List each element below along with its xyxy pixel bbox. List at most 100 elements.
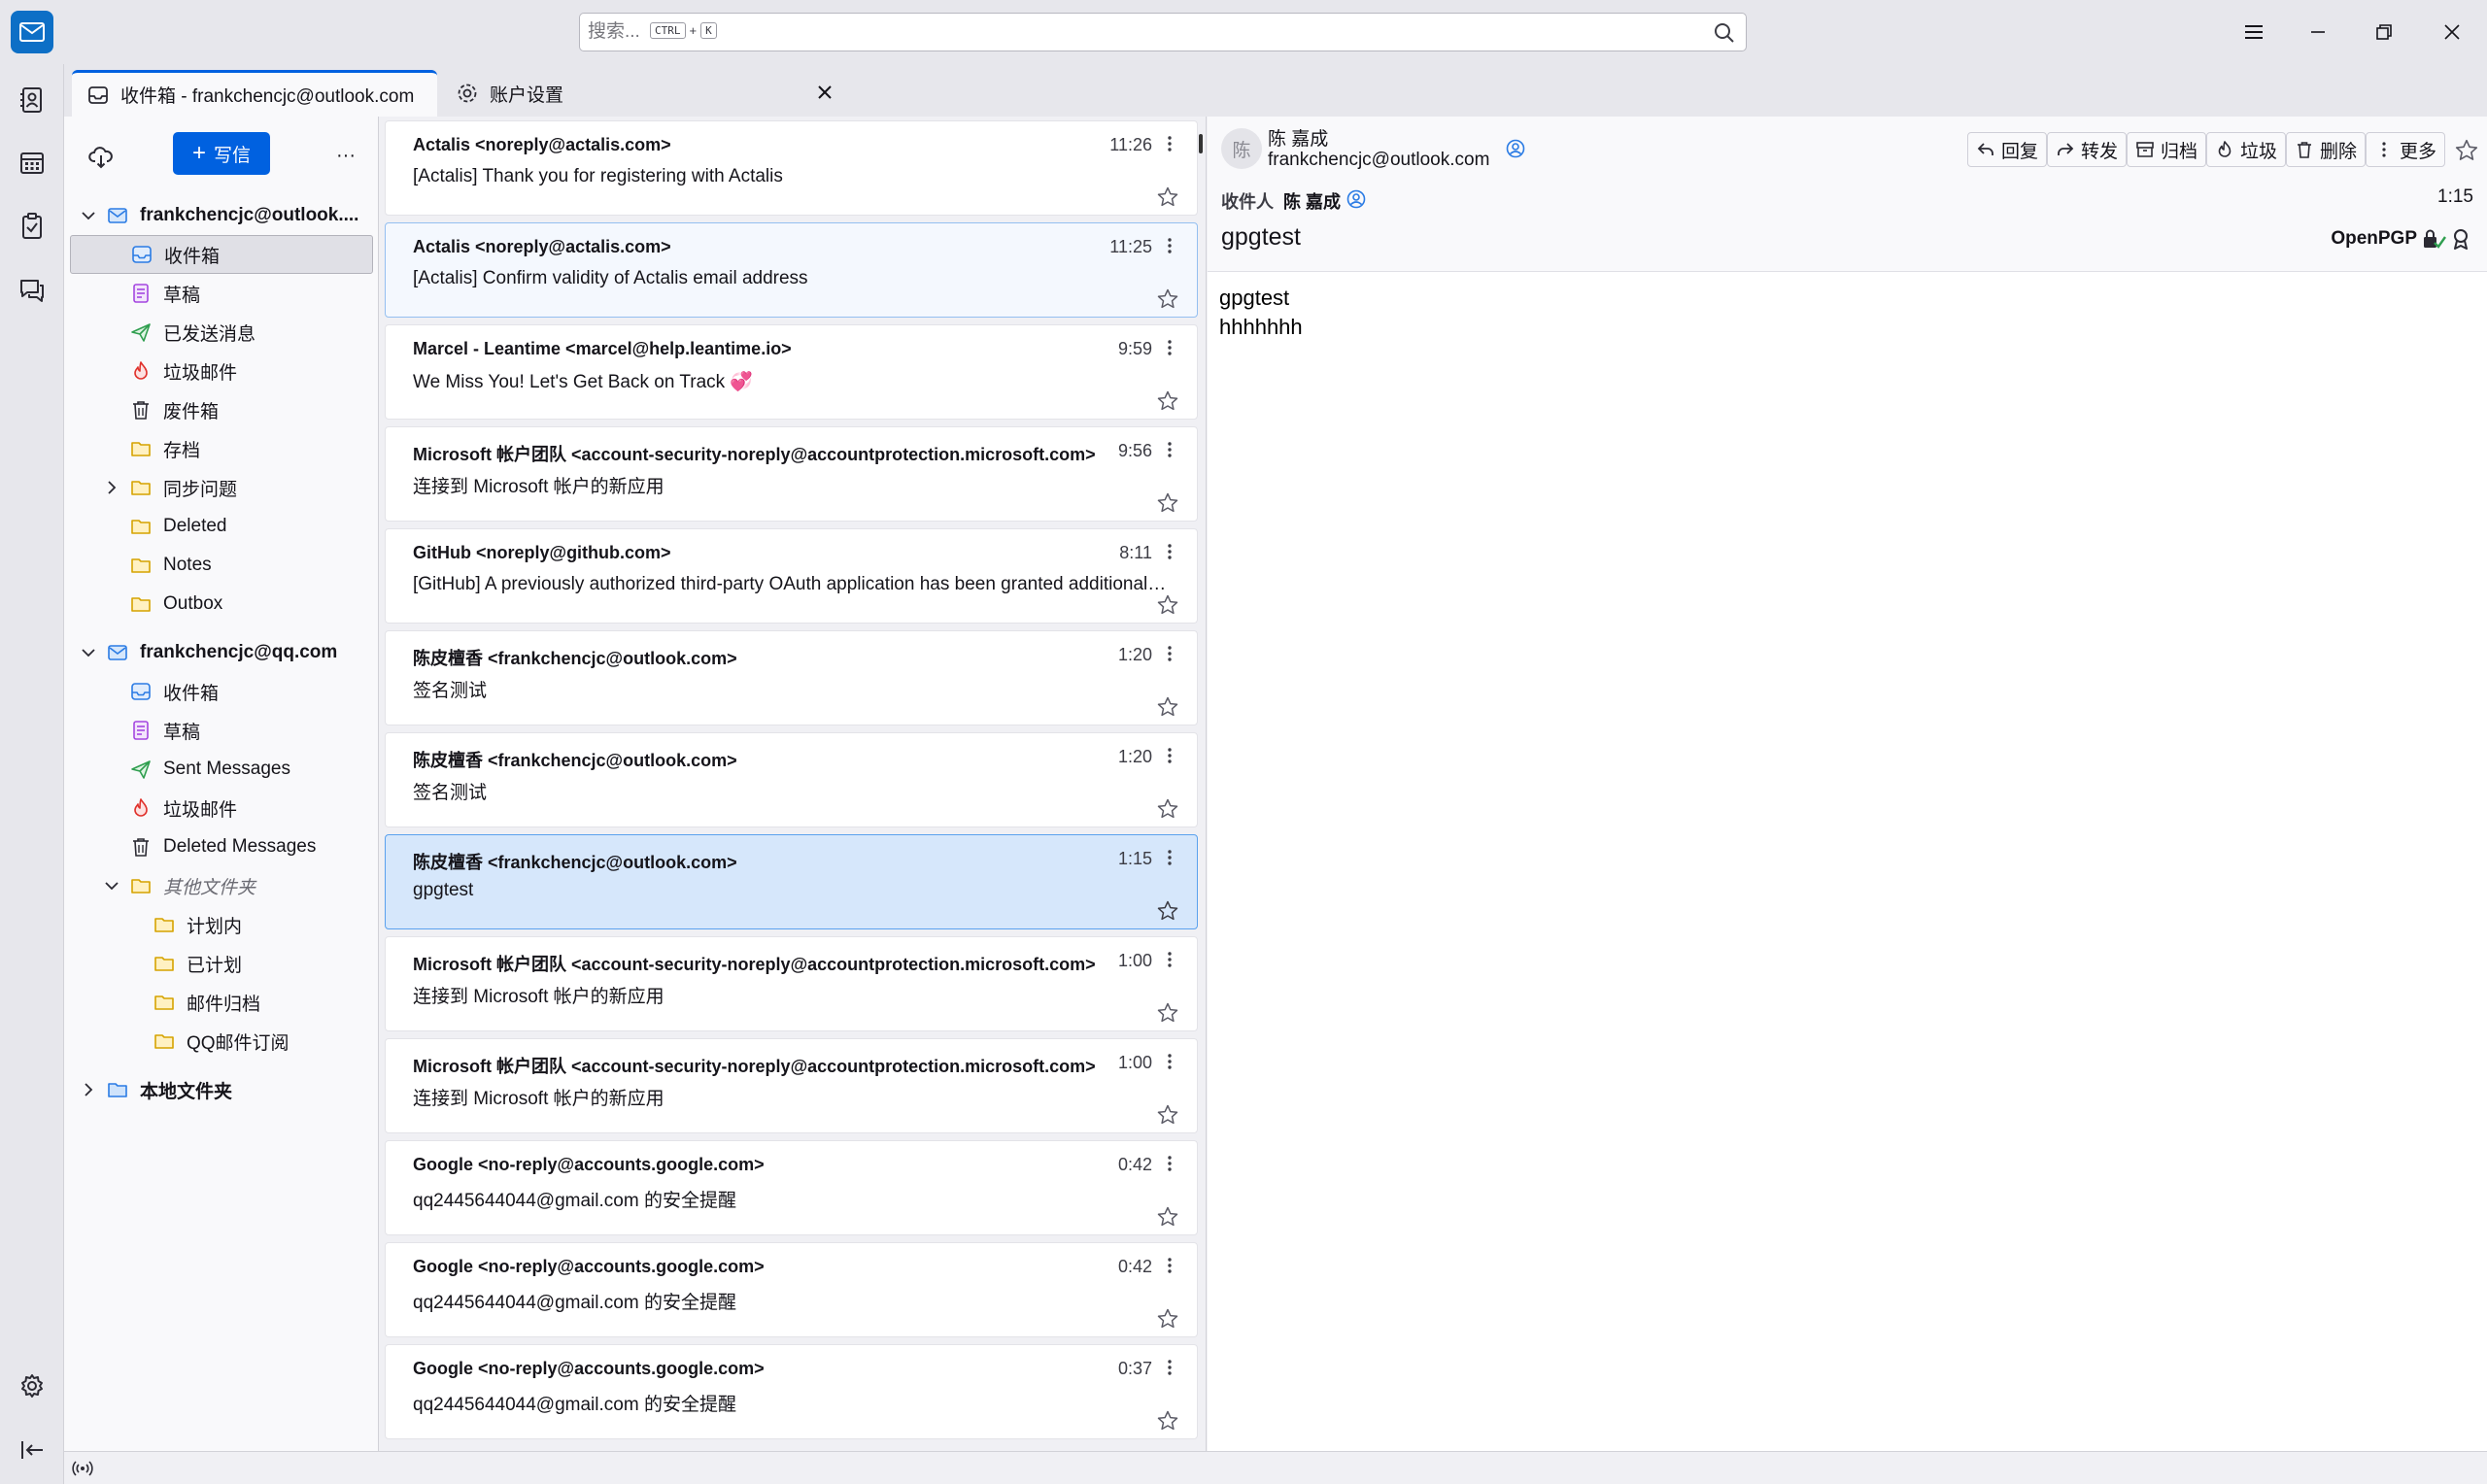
- star-icon[interactable]: [1156, 1001, 1179, 1025]
- kebab-menu-icon[interactable]: [1164, 439, 1175, 460]
- folder-notes[interactable]: Notes: [70, 546, 373, 585]
- message-card-selected[interactable]: 陈皮檀香 <frankchencjc@outlook.com> 1:15 gpg…: [385, 834, 1198, 929]
- star-icon[interactable]: [1156, 1307, 1179, 1331]
- star-icon[interactable]: [1156, 797, 1179, 821]
- forward-button[interactable]: 转发: [2047, 132, 2128, 167]
- star-icon[interactable]: [1156, 695, 1179, 719]
- kebab-menu-icon[interactable]: [1164, 745, 1175, 766]
- calendar-button[interactable]: [12, 142, 52, 183]
- message-card[interactable]: Google <no-reply@accounts.google.com> 0:…: [385, 1242, 1198, 1337]
- message-card[interactable]: Google <no-reply@accounts.google.com> 0:…: [385, 1140, 1198, 1235]
- collapse-spaces-button[interactable]: [12, 1430, 52, 1470]
- kebab-menu-icon[interactable]: [1164, 133, 1175, 154]
- from-name[interactable]: 陈 嘉成: [1268, 124, 1328, 151]
- folder-inbox[interactable]: 收件箱: [70, 235, 373, 274]
- message-card[interactable]: Microsoft 帐户团队 <account-security-noreply…: [385, 426, 1198, 522]
- reply-button[interactable]: 回复: [1967, 132, 2048, 167]
- folder-pane-menu-button[interactable]: ···: [328, 138, 363, 173]
- message-card[interactable]: Marcel - Leantime <marcel@help.leantime.…: [385, 324, 1198, 420]
- kebab-menu-icon[interactable]: [1164, 847, 1175, 868]
- folder-sent[interactable]: Sent Messages: [70, 750, 373, 789]
- folder-sent[interactable]: 已发送消息: [70, 313, 373, 352]
- star-icon[interactable]: [2454, 138, 2479, 163]
- chevron-right-icon[interactable]: [103, 479, 120, 496]
- get-messages-button[interactable]: [84, 140, 119, 175]
- folder-outbox[interactable]: Outbox: [70, 585, 373, 624]
- app-menu-button[interactable]: [2234, 13, 2273, 51]
- global-search[interactable]: CTRL + K: [579, 13, 1747, 51]
- star-icon[interactable]: [1156, 1409, 1179, 1433]
- star-icon[interactable]: [1156, 1205, 1179, 1229]
- archive-button[interactable]: 归档: [2127, 132, 2207, 167]
- folder-sync-issues[interactable]: 同步问题: [70, 468, 373, 507]
- close-icon[interactable]: [814, 82, 835, 103]
- folder-scheduled[interactable]: 计划内: [70, 905, 373, 944]
- chevron-down-icon[interactable]: [80, 207, 97, 224]
- kebab-menu-icon[interactable]: [1164, 337, 1175, 358]
- star-icon[interactable]: [1156, 491, 1179, 515]
- scrollbar-thumb[interactable]: [1199, 134, 1203, 153]
- folder-deleted-messages[interactable]: Deleted Messages: [70, 827, 373, 866]
- address-book-button[interactable]: [12, 80, 52, 120]
- contact-icon[interactable]: [1505, 138, 1526, 159]
- local-folders[interactable]: 本地文件夹: [70, 1070, 373, 1109]
- online-status-icon[interactable]: [72, 1458, 93, 1479]
- junk-button[interactable]: 垃圾: [2206, 132, 2287, 167]
- message-card[interactable]: Actalis <noreply@actalis.com> 11:25 [Act…: [385, 222, 1198, 318]
- kebab-menu-icon[interactable]: [1164, 235, 1175, 256]
- folder-deleted[interactable]: Deleted: [70, 507, 373, 546]
- message-card[interactable]: Actalis <noreply@actalis.com> 11:26 [Act…: [385, 120, 1198, 216]
- message-card[interactable]: 陈皮檀香 <frankchencjc@outlook.com> 1:20 签名测…: [385, 732, 1198, 827]
- kebab-menu-icon[interactable]: [1164, 1357, 1175, 1378]
- more-button[interactable]: 更多: [2366, 132, 2446, 167]
- account-qq[interactable]: frankchencjc@qq.com: [70, 633, 373, 672]
- chevron-down-icon[interactable]: [103, 877, 120, 894]
- folder-planned[interactable]: 已计划: [70, 944, 373, 983]
- write-button[interactable]: + 写信: [173, 132, 270, 175]
- folder-junk[interactable]: 垃圾邮件: [70, 352, 373, 390]
- folder-archive[interactable]: 存档: [70, 429, 373, 468]
- folder-drafts[interactable]: 草稿: [70, 274, 373, 313]
- chat-button[interactable]: [12, 270, 52, 311]
- contact-icon[interactable]: [1346, 188, 1367, 210]
- from-address[interactable]: frankchencjc@outlook.com: [1268, 150, 1489, 171]
- search-input[interactable]: [588, 17, 1676, 47]
- message-card[interactable]: 陈皮檀香 <frankchencjc@outlook.com> 1:20 签名测…: [385, 630, 1198, 725]
- star-icon[interactable]: [1156, 287, 1179, 311]
- search-icon[interactable]: [1713, 21, 1736, 45]
- message-card[interactable]: GitHub <noreply@github.com> 8:11 [GitHub…: [385, 528, 1198, 624]
- kebab-menu-icon[interactable]: [1164, 1051, 1175, 1072]
- message-card[interactable]: Microsoft 帐户团队 <account-security-noreply…: [385, 936, 1198, 1031]
- settings-button[interactable]: [12, 1366, 52, 1406]
- message-card[interactable]: Microsoft 帐户团队 <account-security-noreply…: [385, 1038, 1198, 1133]
- tab-inbox[interactable]: 收件箱 - frankchencjc@outlook.com: [72, 70, 437, 117]
- folder-inbox[interactable]: 收件箱: [70, 672, 373, 711]
- star-icon[interactable]: [1156, 899, 1179, 923]
- delete-button[interactable]: 删除: [2286, 132, 2367, 167]
- close-window-button[interactable]: [2433, 13, 2471, 51]
- kebab-menu-icon[interactable]: [1164, 643, 1175, 664]
- star-icon[interactable]: [1156, 389, 1179, 413]
- kebab-menu-icon[interactable]: [1164, 949, 1175, 970]
- openpgp-status[interactable]: OpenPGP: [2331, 227, 2471, 251]
- folder-other-folders[interactable]: 其他文件夹: [70, 866, 373, 905]
- chevron-right-icon[interactable]: [80, 1081, 97, 1098]
- folder-mail-archive[interactable]: 邮件归档: [70, 983, 373, 1022]
- thunderbird-mail-icon[interactable]: [11, 11, 53, 53]
- folder-trash[interactable]: 废件箱: [70, 390, 373, 429]
- star-icon[interactable]: [1156, 593, 1179, 617]
- restore-button[interactable]: [2365, 13, 2403, 51]
- chevron-down-icon[interactable]: [80, 644, 97, 661]
- to-recipient[interactable]: 陈 嘉成: [1283, 188, 1341, 214]
- star-icon[interactable]: [1156, 1103, 1179, 1127]
- folder-qq-subscriptions[interactable]: QQ邮件订阅: [70, 1022, 373, 1061]
- tasks-button[interactable]: [12, 206, 52, 247]
- tab-account-settings[interactable]: 账户设置: [441, 70, 853, 117]
- minimize-button[interactable]: [2299, 13, 2337, 51]
- kebab-menu-icon[interactable]: [1164, 541, 1175, 562]
- account-outlook[interactable]: frankchencjc@outlook....: [70, 196, 373, 235]
- folder-drafts[interactable]: 草稿: [70, 711, 373, 750]
- kebab-menu-icon[interactable]: [1164, 1153, 1175, 1174]
- kebab-menu-icon[interactable]: [1164, 1255, 1175, 1276]
- folder-junk[interactable]: 垃圾邮件: [70, 789, 373, 827]
